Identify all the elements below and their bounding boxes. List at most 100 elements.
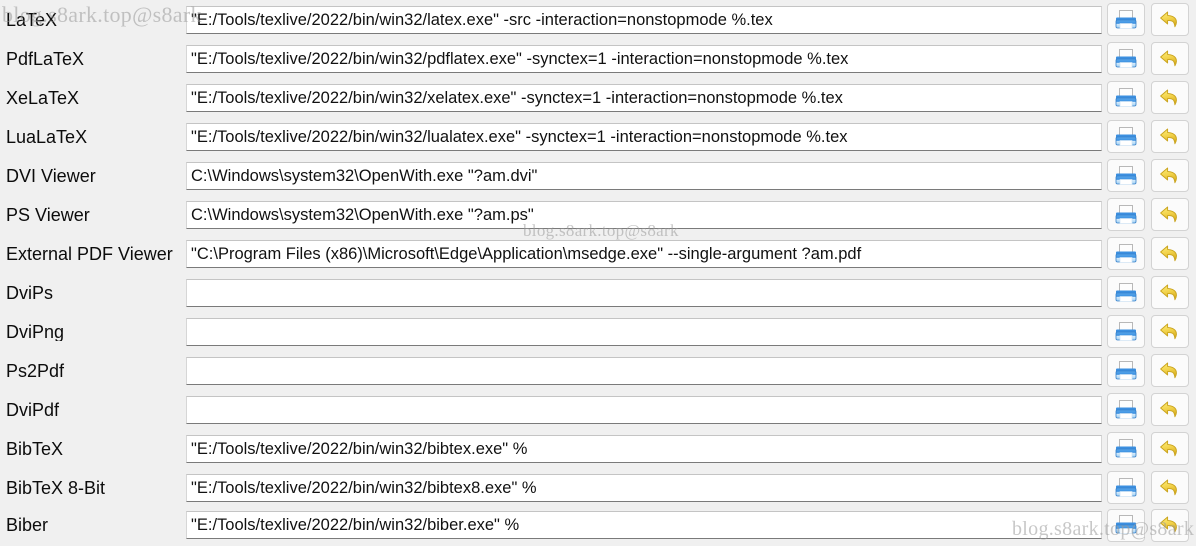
tool-command-field-wrapper <box>186 356 1107 385</box>
reset-button[interactable] <box>1151 393 1189 426</box>
tool-row-label: PS Viewer <box>6 205 90 224</box>
reset-button[interactable] <box>1151 315 1189 348</box>
tool-row-label: DviPng <box>6 322 65 341</box>
undo-arrow-icon <box>1160 440 1177 456</box>
browse-button[interactable] <box>1107 159 1145 192</box>
tool-command-field-wrapper <box>186 317 1107 346</box>
reset-button[interactable] <box>1151 198 1189 231</box>
tool-command-input[interactable]: C:\Windows\system32\OpenWith.exe "?am.dv… <box>186 161 1102 190</box>
reset-button[interactable] <box>1151 3 1189 36</box>
undo-arrow-icon <box>1160 11 1177 27</box>
browse-button[interactable] <box>1107 237 1145 270</box>
tool-row-label: PdfLaTeX <box>6 49 85 68</box>
browse-button[interactable] <box>1107 432 1145 465</box>
printer-icon <box>1115 204 1137 224</box>
tool-row-label: LuaLaTeX <box>6 127 88 146</box>
tool-row: External PDF Viewer "C:\Program Files (x8… <box>0 234 1196 273</box>
tool-row: BibTeX 8-Bit "E:/Tools/texlive/2022/bin/w… <box>0 468 1196 507</box>
tool-command-field-wrapper <box>186 395 1107 424</box>
reset-button[interactable] <box>1151 432 1189 465</box>
tool-command-input[interactable]: "E:/Tools/texlive/2022/bin/win32/bibtex8… <box>186 473 1102 502</box>
tool-row: Ps2Pdf <box>0 351 1196 390</box>
tool-row: Biber "E:/Tools/texlive/2022/bin/win32/bi… <box>0 507 1196 543</box>
reset-button[interactable] <box>1151 508 1189 542</box>
tool-command-field-wrapper: C:\Windows\system32\OpenWith.exe "?am.ps… <box>186 200 1107 229</box>
tool-command-input[interactable]: "C:\Program Files (x86)\Microsoft\Edge\A… <box>186 239 1102 268</box>
tool-command-input[interactable]: "E:/Tools/texlive/2022/bin/win32/pdflate… <box>186 44 1102 73</box>
tool-command-field-wrapper: "E:/Tools/texlive/2022/bin/win32/lualate… <box>186 122 1107 151</box>
reset-button[interactable] <box>1151 237 1189 270</box>
tool-row-label: DVI Viewer <box>6 166 96 185</box>
printer-icon <box>1115 48 1137 68</box>
tool-command-input[interactable] <box>186 317 1102 346</box>
tool-row-label: DviPs <box>6 283 54 302</box>
tool-row-label: Biber <box>6 516 49 534</box>
undo-arrow-icon <box>1160 479 1177 495</box>
browse-button[interactable] <box>1107 508 1145 542</box>
tool-row: DVI Viewer C:\Windows\system32\OpenWith.e… <box>0 156 1196 195</box>
reset-button[interactable] <box>1151 471 1189 504</box>
tool-command-field-wrapper: "C:\Program Files (x86)\Microsoft\Edge\A… <box>186 239 1107 268</box>
reset-button[interactable] <box>1151 42 1189 75</box>
tool-command-input[interactable]: "E:/Tools/texlive/2022/bin/win32/xelatex… <box>186 83 1102 112</box>
tool-rows-list: LaTeX "E:/Tools/texlive/2022/bin/win32/la… <box>0 0 1196 543</box>
printer-icon <box>1115 165 1137 185</box>
printer-icon <box>1115 126 1137 146</box>
undo-arrow-icon <box>1160 50 1177 66</box>
printer-icon <box>1115 282 1137 302</box>
reset-button[interactable] <box>1151 81 1189 114</box>
tool-command-field-wrapper: "E:/Tools/texlive/2022/bin/win32/latex.e… <box>186 5 1107 34</box>
tool-command-input[interactable] <box>186 395 1102 424</box>
browse-button[interactable] <box>1107 198 1145 231</box>
tool-row-label: LaTeX <box>6 10 58 29</box>
tool-row-label: BibTeX 8-Bit <box>6 478 106 497</box>
undo-arrow-icon <box>1160 362 1177 378</box>
printer-icon <box>1115 9 1137 29</box>
printer-icon <box>1115 321 1137 341</box>
tool-row: PdfLaTeX "E:/Tools/texlive/2022/bin/win32… <box>0 39 1196 78</box>
printer-icon <box>1115 399 1137 419</box>
tool-command-field-wrapper: "E:/Tools/texlive/2022/bin/win32/biber.e… <box>186 511 1107 539</box>
browse-button[interactable] <box>1107 276 1145 309</box>
tool-command-input[interactable] <box>186 278 1102 307</box>
reset-button[interactable] <box>1151 276 1189 309</box>
printer-icon <box>1115 477 1137 497</box>
printer-icon <box>1115 438 1137 458</box>
undo-arrow-icon <box>1160 323 1177 339</box>
browse-button[interactable] <box>1107 120 1145 153</box>
undo-arrow-icon <box>1160 284 1177 300</box>
tool-command-field-wrapper: "E:/Tools/texlive/2022/bin/win32/xelatex… <box>186 83 1107 112</box>
tool-row: LaTeX "E:/Tools/texlive/2022/bin/win32/la… <box>0 0 1196 39</box>
undo-arrow-icon <box>1160 401 1177 417</box>
browse-button[interactable] <box>1107 393 1145 426</box>
reset-button[interactable] <box>1151 354 1189 387</box>
browse-button[interactable] <box>1107 42 1145 75</box>
browse-button[interactable] <box>1107 81 1145 114</box>
browse-button[interactable] <box>1107 3 1145 36</box>
tool-row-label: XeLaTeX <box>6 88 80 107</box>
tool-row: PS Viewer C:\Windows\system32\OpenWith.ex… <box>0 195 1196 234</box>
tool-command-input[interactable]: "E:/Tools/texlive/2022/bin/win32/bibtex.… <box>186 434 1102 463</box>
reset-button[interactable] <box>1151 120 1189 153</box>
undo-arrow-icon <box>1160 206 1177 222</box>
undo-arrow-icon <box>1160 167 1177 183</box>
tool-command-input[interactable]: C:\Windows\system32\OpenWith.exe "?am.ps… <box>186 200 1102 229</box>
tool-command-input[interactable]: "E:/Tools/texlive/2022/bin/win32/latex.e… <box>186 5 1102 34</box>
tool-row-label: External PDF Viewer <box>6 244 173 263</box>
tool-row-label: BibTeX <box>6 439 64 458</box>
tool-command-field-wrapper <box>186 278 1107 307</box>
printer-icon <box>1115 360 1137 380</box>
tool-command-field-wrapper: "E:/Tools/texlive/2022/bin/win32/bibtex.… <box>186 434 1107 463</box>
browse-button[interactable] <box>1107 315 1145 348</box>
reset-button[interactable] <box>1151 159 1189 192</box>
undo-arrow-icon <box>1160 245 1177 261</box>
browse-button[interactable] <box>1107 354 1145 387</box>
tool-command-input[interactable] <box>186 356 1102 385</box>
tool-command-input[interactable]: "E:/Tools/texlive/2022/bin/win32/lualate… <box>186 122 1102 151</box>
tool-row: DviPdf <box>0 390 1196 429</box>
undo-arrow-icon <box>1160 516 1177 533</box>
browse-button[interactable] <box>1107 471 1145 504</box>
tool-row: BibTeX "E:/Tools/texlive/2022/bin/win32/b… <box>0 429 1196 468</box>
tool-command-input[interactable]: "E:/Tools/texlive/2022/bin/win32/biber.e… <box>186 511 1102 539</box>
printer-icon <box>1115 87 1137 107</box>
